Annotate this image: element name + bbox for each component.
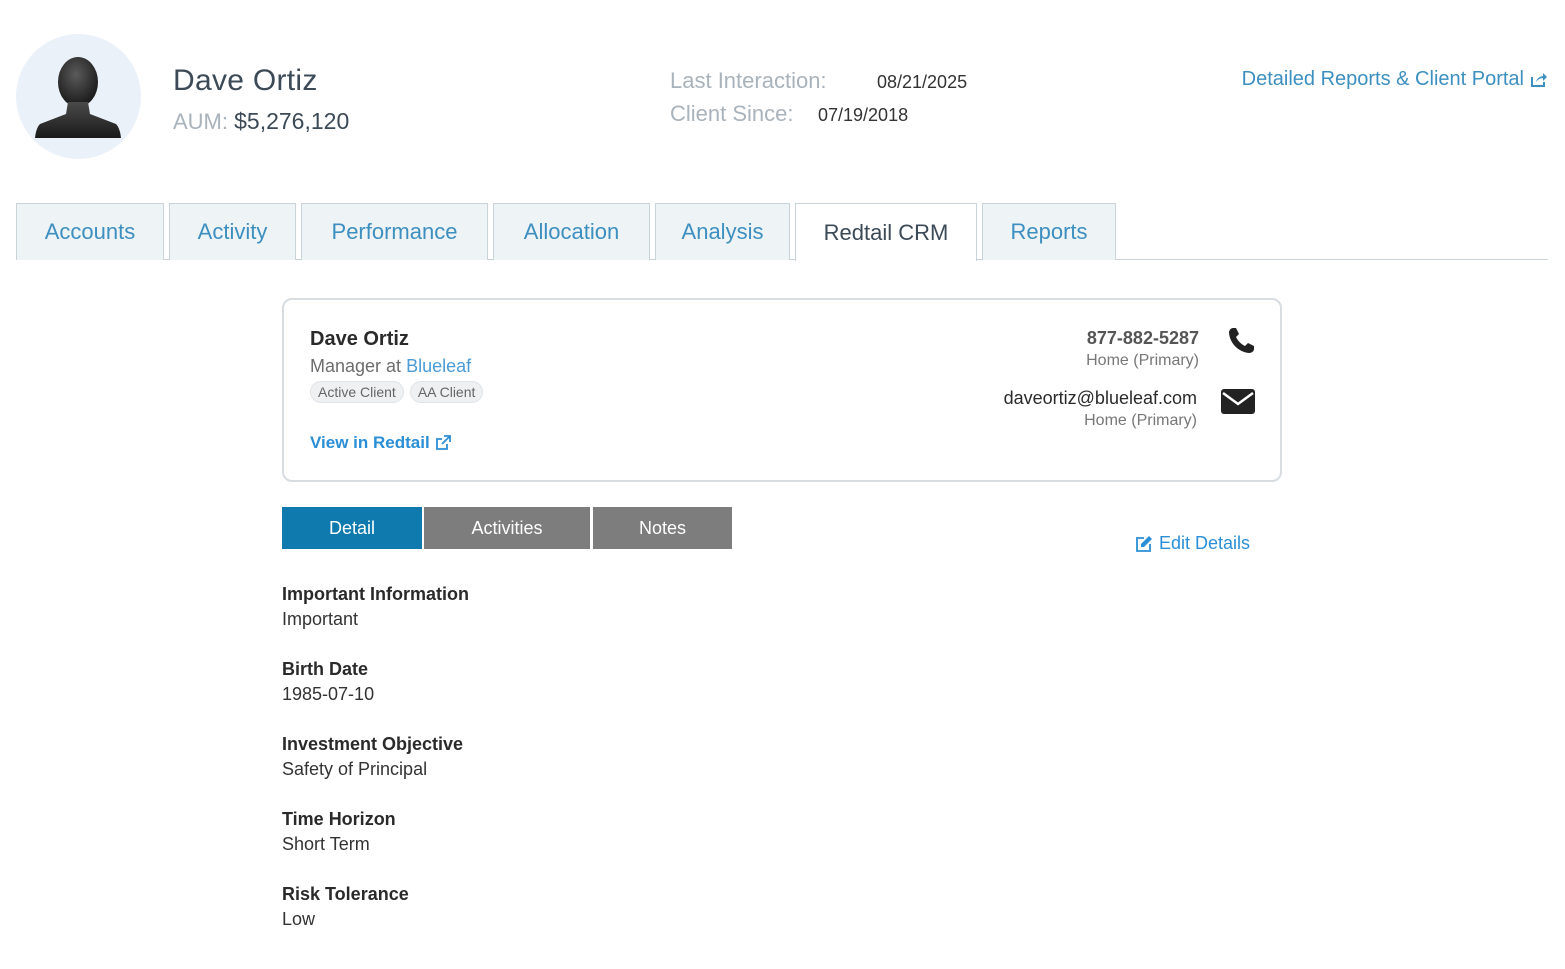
tab-redtail-crm[interactable]: Redtail CRM — [795, 203, 977, 261]
external-share-icon — [1531, 72, 1547, 87]
subtab-detail[interactable]: Detail — [282, 507, 422, 549]
detail-label: Birth Date — [282, 659, 369, 679]
user-silhouette-icon — [35, 57, 121, 138]
email-type: Home (Primary) — [1084, 412, 1197, 429]
envelope-icon[interactable] — [1220, 386, 1256, 416]
detail-time-horizon: Time Horizon Short Term — [282, 809, 396, 855]
aum: AUM: $5,276,120 — [173, 108, 349, 135]
contact-tags: Active Client AA Client — [310, 381, 484, 403]
detail-value: 1985-07-10 — [282, 684, 375, 704]
detail-label: Investment Objective — [282, 734, 464, 754]
detail-value: Safety of Principal — [282, 759, 428, 779]
phone-type: Home (Primary) — [1086, 352, 1199, 369]
edit-details-link[interactable]: Edit Details — [1135, 533, 1250, 554]
tag-active-client: Active Client — [310, 381, 404, 403]
contact-card: Dave Ortiz Manager at Blueleaf Active Cl… — [282, 298, 1282, 482]
contact-name: Dave Ortiz — [310, 328, 409, 350]
phone-number[interactable]: 877-882-5287 — [1087, 328, 1199, 349]
detail-value: Short Term — [282, 834, 370, 854]
aum-value: $5,276,120 — [234, 108, 350, 134]
tab-reports[interactable]: Reports — [982, 203, 1116, 260]
detail-label: Important Information — [282, 584, 469, 604]
tab-performance[interactable]: Performance — [301, 203, 488, 260]
edit-details-label: Edit Details — [1159, 533, 1251, 553]
last-interaction-label: Last Interaction: — [670, 68, 827, 93]
tab-activity[interactable]: Activity — [169, 203, 296, 260]
subtab-activities[interactable]: Activities — [424, 507, 590, 549]
contact-role: Manager at Blueleaf — [310, 356, 471, 377]
detail-label: Time Horizon — [282, 809, 396, 829]
detail-birth-date: Birth Date 1985-07-10 — [282, 659, 374, 705]
main-tabs: Accounts Activity Performance Allocation… — [16, 203, 1548, 261]
detailed-reports-portal-link[interactable]: Detailed Reports & Client Portal — [1242, 68, 1548, 91]
tab-accounts[interactable]: Accounts — [16, 203, 164, 260]
last-interaction-value: 08/21/2025 — [877, 72, 968, 92]
subtab-notes[interactable]: Notes — [593, 507, 732, 549]
client-since-label: Client Since: — [670, 101, 794, 126]
detail-label: Risk Tolerance — [282, 884, 409, 904]
detail-risk-tolerance: Risk Tolerance Low — [282, 884, 409, 930]
email-address[interactable]: daveortiz@blueleaf.com — [1004, 388, 1197, 409]
edit-icon — [1136, 535, 1152, 552]
phone-icon[interactable] — [1226, 326, 1256, 356]
portal-link-label: Detailed Reports & Client Portal — [1241, 68, 1524, 90]
company-link[interactable]: Blueleaf — [406, 356, 471, 376]
tab-analysis[interactable]: Analysis — [655, 203, 790, 260]
role-prefix: Manager at — [310, 356, 402, 376]
detail-value: Low — [282, 909, 316, 929]
client-name: Dave Ortiz — [173, 64, 318, 97]
aum-label: AUM: — [173, 109, 228, 134]
redtail-link-label: View in Redtail — [310, 433, 430, 452]
client-since-value: 07/19/2018 — [818, 105, 909, 125]
detail-important-information: Important Information Important — [282, 584, 469, 630]
detail-value: Important — [282, 609, 359, 629]
external-link-icon — [435, 435, 451, 450]
tab-allocation[interactable]: Allocation — [493, 203, 650, 260]
view-in-redtail-link[interactable]: View in Redtail — [310, 433, 451, 453]
client-avatar — [16, 34, 141, 159]
tag-aa-client: AA Client — [409, 381, 484, 403]
detail-investment-objective: Investment Objective Safety of Principal — [282, 734, 463, 780]
